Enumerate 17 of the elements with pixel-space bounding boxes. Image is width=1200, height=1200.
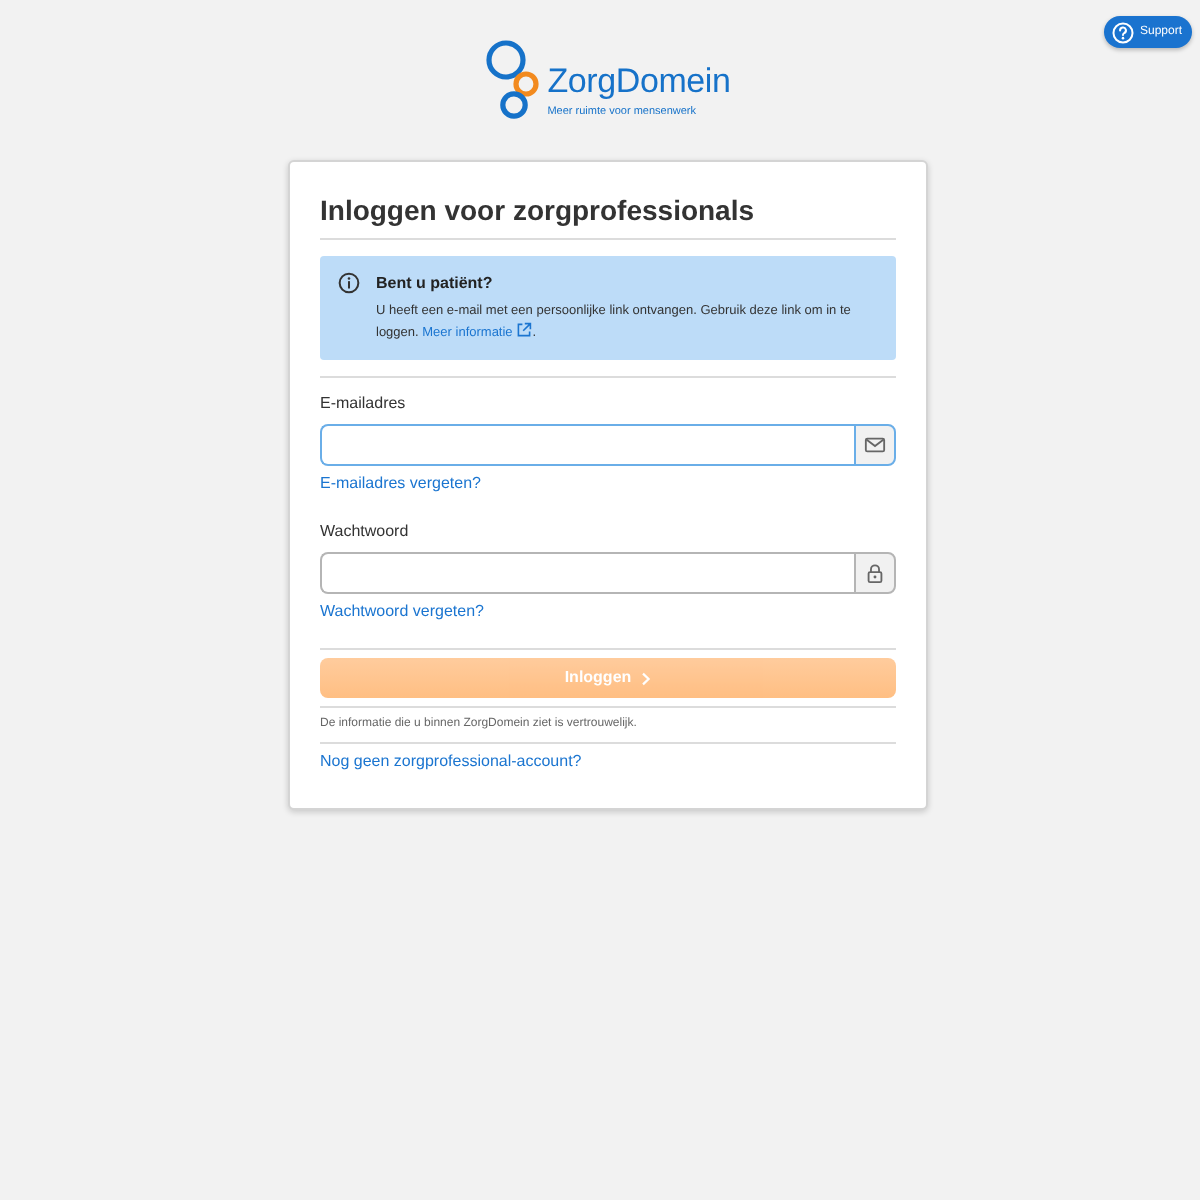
external-link-icon bbox=[516, 322, 533, 338]
info-icon bbox=[338, 272, 360, 294]
field-label: Wachtwoord bbox=[320, 520, 409, 544]
help-icon bbox=[1111, 21, 1134, 43]
rings-logo-icon bbox=[485, 36, 544, 120]
alert-title: Bent u patiënt? bbox=[376, 272, 495, 296]
forgot-link[interactable]: E-mailadres vergeten? bbox=[320, 472, 481, 496]
card-title: Inloggen voor zorgprofessionals bbox=[320, 192, 757, 228]
chevron-right-icon bbox=[639, 671, 652, 685]
register-link[interactable]: Nog geen zorgprofessional-account? bbox=[320, 750, 582, 774]
mail-icon bbox=[854, 424, 896, 466]
brand-name: ZorgDomein bbox=[547, 64, 731, 100]
password-field[interactable] bbox=[320, 552, 854, 594]
field-label: E-mailadres bbox=[320, 392, 406, 416]
email-field[interactable] bbox=[320, 424, 854, 466]
forgot-link[interactable]: Wachtwoord vergeten? bbox=[320, 600, 484, 624]
lock-icon bbox=[854, 552, 896, 594]
